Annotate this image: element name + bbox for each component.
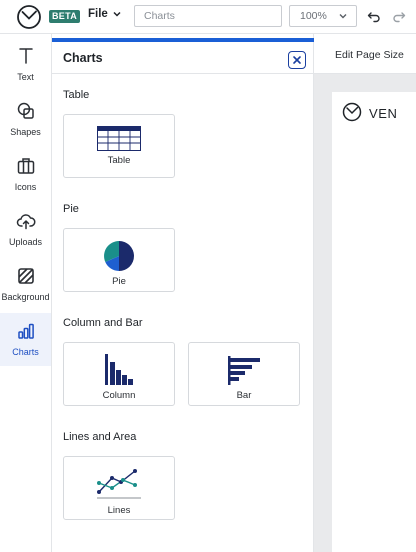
sidebar-item-label: Text bbox=[17, 72, 34, 82]
circle-clock-logo-icon[interactable] bbox=[16, 4, 42, 30]
shapes-icon bbox=[17, 102, 34, 119]
document-brand-text[interactable]: VEN bbox=[369, 106, 398, 121]
section-title-lines-and-area: Lines and Area bbox=[63, 431, 137, 443]
pie-thumbnail-icon bbox=[104, 241, 134, 271]
chart-option-label: Pie bbox=[112, 276, 126, 287]
close-icon bbox=[293, 56, 301, 64]
chart-option-column[interactable]: Column bbox=[63, 342, 175, 406]
chart-option-bar[interactable]: Bar bbox=[188, 342, 300, 406]
document-page[interactable] bbox=[332, 92, 416, 552]
search-input[interactable] bbox=[134, 5, 282, 27]
tool-sidebar: Text Shapes Icons Uploads Background Cha… bbox=[0, 34, 52, 552]
chart-option-label: Lines bbox=[107, 505, 131, 516]
sidebar-item-text[interactable]: Text bbox=[0, 38, 51, 91]
chevron-down-icon bbox=[113, 11, 121, 17]
zoom-select[interactable]: 100% bbox=[289, 5, 357, 27]
column-thumbnail-icon bbox=[105, 354, 133, 385]
chart-option-lines[interactable]: Lines bbox=[63, 456, 175, 520]
sidebar-item-label: Uploads bbox=[8, 237, 43, 247]
zoom-value: 100% bbox=[300, 10, 327, 22]
redo-icon[interactable] bbox=[391, 8, 407, 24]
sidebar-item-charts[interactable]: Charts bbox=[0, 313, 51, 366]
close-panel-button[interactable] bbox=[288, 51, 306, 69]
bar-chart-icon bbox=[17, 323, 34, 339]
sidebar-item-uploads[interactable]: Uploads bbox=[0, 203, 51, 256]
circle-clock-logo-icon bbox=[342, 102, 362, 122]
sidebar-item-icons[interactable]: Icons bbox=[0, 148, 51, 201]
lines-thumbnail-icon bbox=[97, 469, 141, 499]
table-thumbnail-icon bbox=[97, 126, 141, 151]
text-icon bbox=[18, 48, 33, 64]
background-hatch-icon bbox=[17, 268, 34, 284]
sidebar-item-label: Icons bbox=[14, 182, 37, 192]
sidebar-item-label: Charts bbox=[12, 347, 39, 357]
section-title-table: Table bbox=[63, 89, 90, 101]
file-menu[interactable]: File bbox=[88, 8, 122, 20]
panel-title: Charts bbox=[63, 51, 103, 65]
file-menu-label: File bbox=[88, 8, 108, 20]
editor-canvas[interactable]: VEN bbox=[314, 74, 416, 552]
briefcase-icon bbox=[17, 158, 34, 174]
cloud-upload-icon bbox=[16, 214, 35, 230]
top-bar: BETA File 100% bbox=[0, 0, 416, 34]
charts-panel: Charts Table Table Pie Pie Column and Ba… bbox=[52, 34, 314, 552]
sidebar-item-shapes[interactable]: Shapes bbox=[0, 93, 51, 146]
section-title-column-and-bar: Column and Bar bbox=[63, 317, 143, 329]
chart-option-table[interactable]: Table bbox=[63, 114, 175, 178]
chart-option-label: Bar bbox=[236, 390, 252, 401]
section-title-pie: Pie bbox=[63, 203, 79, 215]
panel-header: Charts bbox=[52, 42, 314, 74]
chevron-down-icon bbox=[339, 14, 347, 19]
sidebar-item-label: Background bbox=[1, 292, 50, 302]
sidebar-item-label: Shapes bbox=[10, 127, 41, 137]
undo-icon[interactable] bbox=[366, 8, 382, 24]
editor-toolbar: Edit Page Size bbox=[314, 34, 416, 74]
chart-option-pie[interactable]: Pie bbox=[63, 228, 175, 292]
chart-option-label: Column bbox=[102, 390, 136, 401]
sidebar-item-background[interactable]: Background bbox=[0, 258, 51, 311]
chart-option-label: Table bbox=[107, 155, 131, 166]
edit-page-size-button[interactable]: Edit Page Size bbox=[335, 49, 404, 61]
bar-thumbnail-icon bbox=[228, 356, 260, 385]
beta-badge: BETA bbox=[49, 10, 81, 23]
